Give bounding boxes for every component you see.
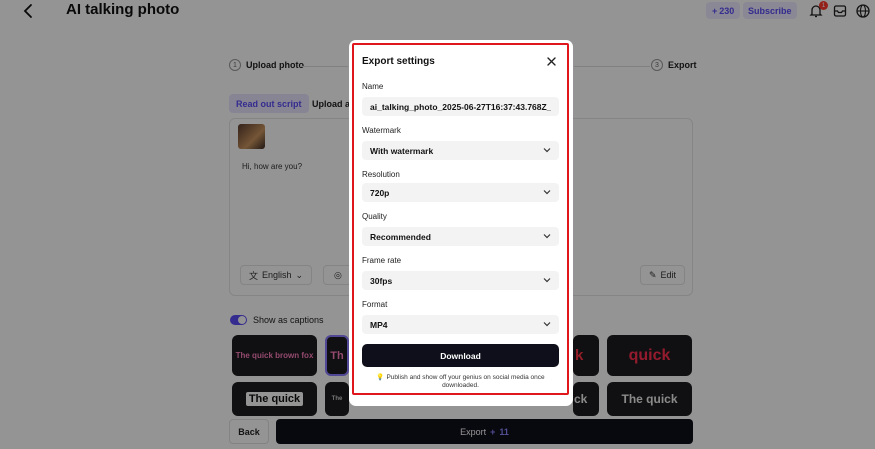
highlight-box — [352, 43, 569, 395]
